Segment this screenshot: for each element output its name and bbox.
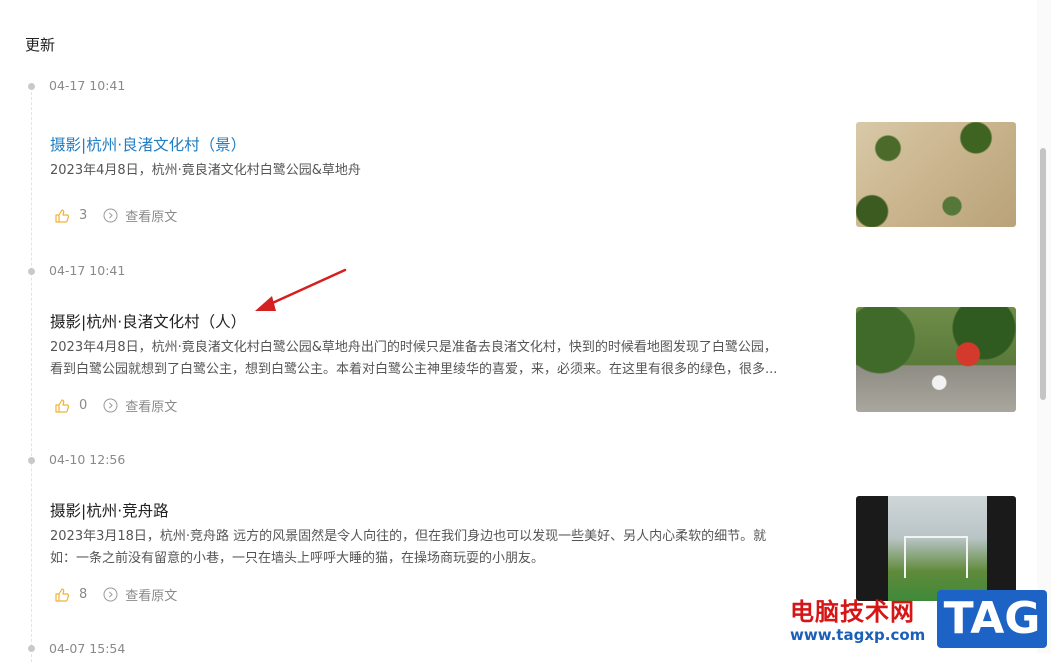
view-original-link[interactable]: 查看原文 [103, 206, 177, 225]
excerpt-line: 2023年4月8日，杭州·竟良渚文化村白鹭公园&草地舟 [50, 163, 361, 178]
thumbs-up-icon [55, 398, 70, 413]
like-button[interactable]: 0 [54, 398, 87, 414]
watermark-tag-logo: TAG [937, 590, 1047, 648]
like-count: 0 [79, 398, 88, 413]
entry-excerpt: 2023年4月8日，杭州·竟良渚文化村白鹭公园&草地舟 [50, 160, 840, 182]
watermark: 电脑技术网 www.tagxp.com TAG [790, 588, 1051, 653]
view-original-label: 查看原文 [125, 400, 178, 415]
timeline-dot [28, 83, 35, 90]
timeline-line [31, 92, 32, 662]
entry-timestamp: 04-07 15:54 [49, 641, 126, 656]
watermark-url: www.tagxp.com [790, 626, 926, 644]
view-original-label: 查看原文 [125, 210, 178, 225]
timeline-dot [28, 457, 35, 464]
view-original-link[interactable]: 查看原文 [103, 585, 177, 604]
excerpt-line: 如：一条之前没有留意的小巷，一只在墙头上呼呼大睡的猫，在操场商玩耍的小朋友。 [50, 551, 545, 566]
view-original-label: 查看原文 [125, 589, 178, 604]
timeline-dot [28, 268, 35, 275]
entry-timestamp: 04-17 10:41 [49, 78, 126, 93]
arrow-circle-icon [103, 398, 118, 413]
entry-thumbnail[interactable] [856, 307, 1016, 412]
excerpt-line: 2023年3月18日，杭州·竞舟路 远方的风景固然是令人向往的，但在我们身边也可… [50, 529, 767, 544]
entry-title[interactable]: 摄影|杭州·竞舟路 [50, 499, 169, 521]
entry-actions: 3 查看原文 [54, 206, 177, 225]
view-original-link[interactable]: 查看原文 [103, 396, 177, 415]
entry-title-link[interactable]: 摄影|杭州·良渚文化村（景） [50, 133, 246, 155]
like-count: 3 [79, 208, 88, 223]
goal-net-shape [904, 536, 968, 578]
like-button[interactable]: 8 [54, 587, 87, 603]
excerpt-line: 看到白鹭公园就想到了白鹭公主，想到白鹭公主。本着对白鹭公主神里绫华的喜爱，来，必… [50, 362, 778, 377]
entry-timestamp: 04-10 12:56 [49, 452, 126, 467]
excerpt-line: 2023年4月8日，杭州·竟良渚文化村白鹭公园&草地舟出门的时候只是准备去良渚文… [50, 340, 777, 355]
entry-excerpt: 2023年4月8日，杭州·竟良渚文化村白鹭公园&草地舟出门的时候只是准备去良渚文… [50, 337, 840, 381]
like-count: 8 [79, 587, 88, 602]
entry-thumbnail[interactable] [856, 122, 1016, 227]
entry-title[interactable]: 摄影|杭州·良渚文化村（人） [50, 310, 246, 332]
entry-actions: 8 查看原文 [54, 585, 177, 604]
arrow-circle-icon [103, 208, 118, 223]
entry-timestamp: 04-17 10:41 [49, 263, 126, 278]
scrollbar-thumb[interactable] [1040, 148, 1046, 400]
arrow-circle-icon [103, 587, 118, 602]
watermark-site-name: 电脑技术网 [790, 598, 915, 626]
timeline-dot [28, 645, 35, 652]
thumbs-up-icon [55, 587, 70, 602]
entry-actions: 0 查看原文 [54, 396, 177, 415]
section-title: 更新 [25, 36, 56, 54]
thumbs-up-icon [55, 208, 70, 223]
entry-thumbnail[interactable] [856, 496, 1016, 601]
like-button[interactable]: 3 [54, 208, 87, 224]
entry-excerpt: 2023年3月18日，杭州·竞舟路 远方的风景固然是令人向往的，但在我们身边也可… [50, 526, 840, 570]
